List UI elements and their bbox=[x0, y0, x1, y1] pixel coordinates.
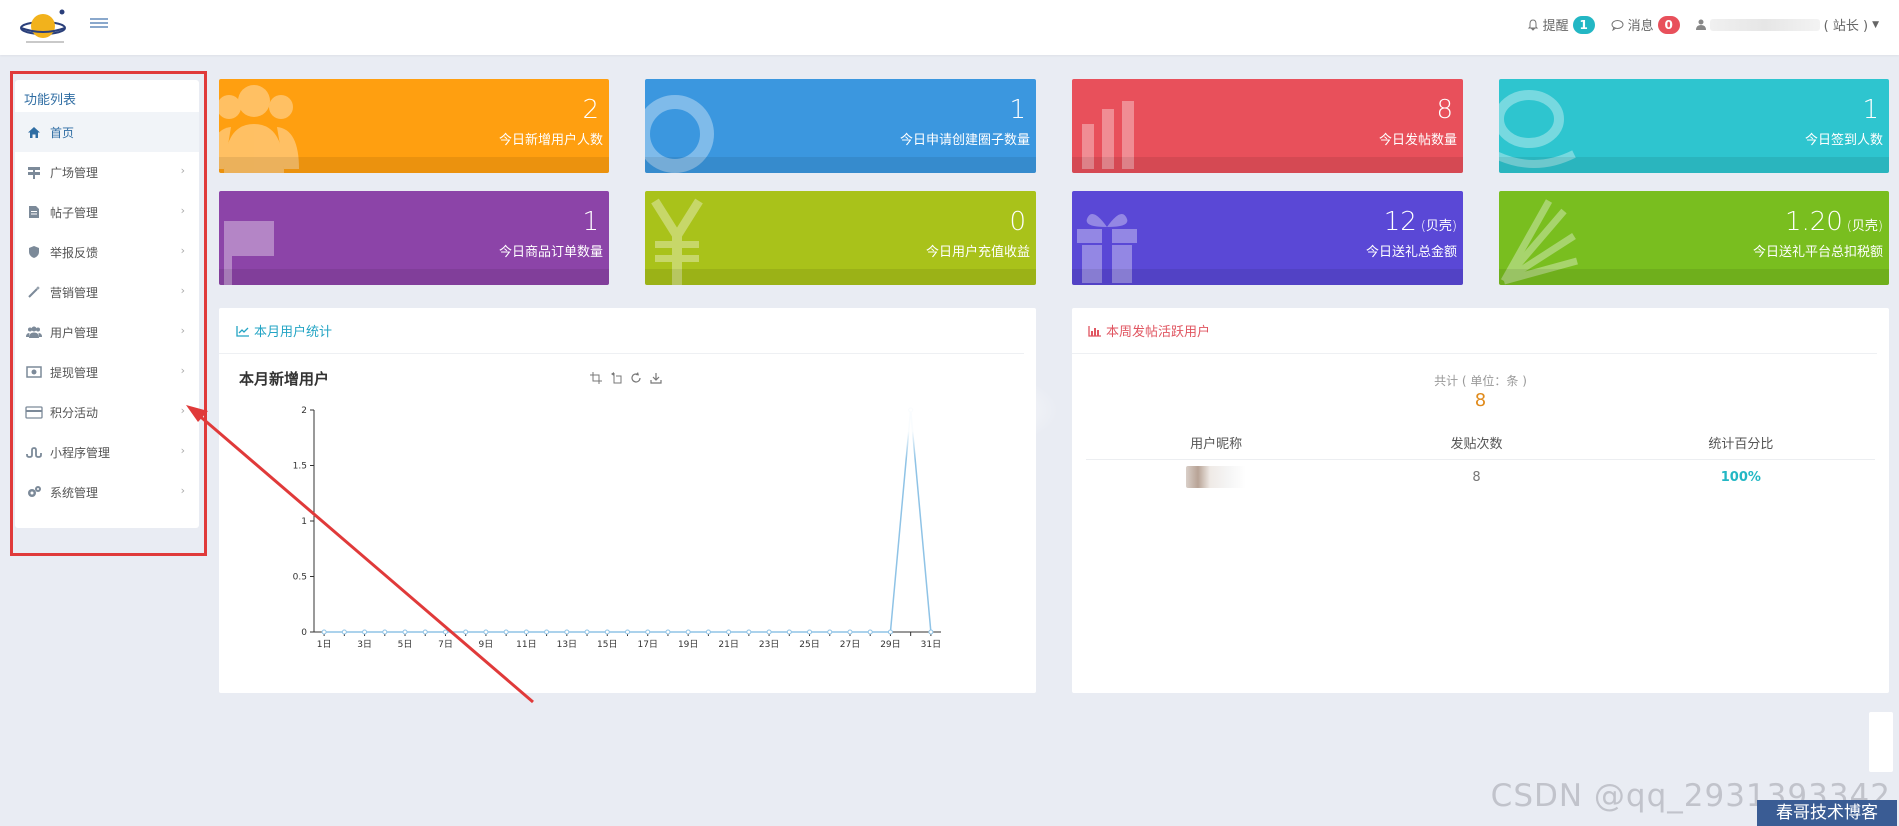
annotation-arrow bbox=[186, 405, 534, 704]
watermark-badge: 春哥技术博客 bbox=[1757, 800, 1897, 826]
scroll-handle[interactable] bbox=[1869, 712, 1893, 772]
